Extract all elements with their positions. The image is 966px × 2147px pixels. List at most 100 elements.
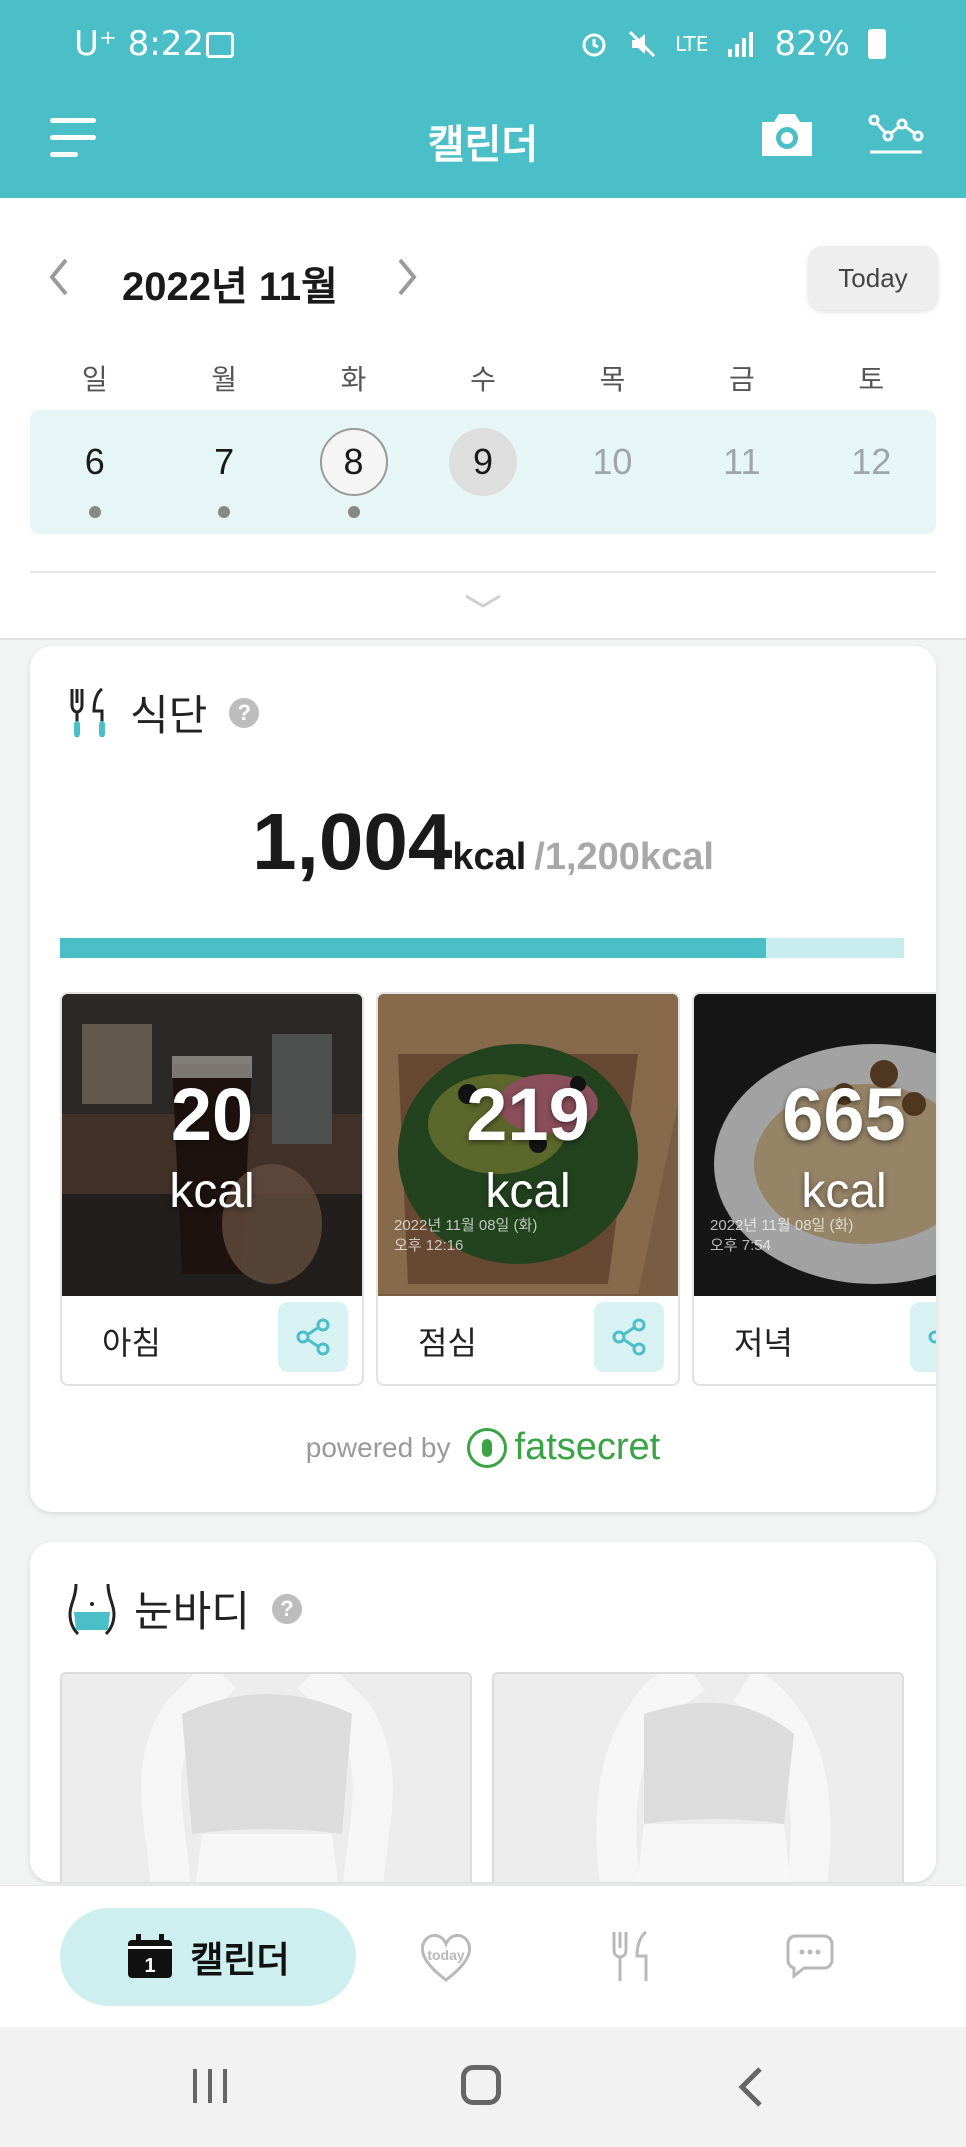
nav-tab-diet[interactable] <box>600 1926 660 1986</box>
day-number: 8 <box>319 428 388 496</box>
calendar-day[interactable]: 6 <box>30 410 159 534</box>
nav-tab-calendar[interactable]: 1 캘린더 <box>60 1908 356 2006</box>
calendar-day[interactable]: 11 <box>677 410 806 534</box>
battery-percent: 82% <box>774 24 850 64</box>
day-number: 9 <box>448 428 517 496</box>
page-title: 캘린더 <box>427 123 539 167</box>
top-bar: U⁺ 8:22 LTE 82% 캘린더 <box>0 0 966 198</box>
weekday-label: 일 <box>81 364 108 395</box>
next-month-icon[interactable] <box>386 252 426 302</box>
home-icon[interactable] <box>461 2065 501 2105</box>
nav-tab-calendar-label: 캘린더 <box>190 1939 290 1980</box>
share-icon <box>928 1330 936 1344</box>
body-photo-panels <box>60 1672 904 1882</box>
network-type: LTE <box>675 32 709 56</box>
share-button[interactable] <box>278 1302 348 1372</box>
fork-knife-nav-icon <box>612 1930 648 1981</box>
day-number: 11 <box>723 441 761 482</box>
weekday-label: 금 <box>728 364 755 395</box>
meal-card-lunch[interactable]: 219 kcal 2022년 11월 08일 (화) 오후 12:16 점심 <box>376 992 680 1386</box>
signal-icon <box>728 32 754 57</box>
battery-icon <box>868 29 886 59</box>
chat-bubble-icon <box>786 1934 834 1980</box>
nav-tab-today[interactable]: today <box>416 1926 476 1986</box>
diet-title: 식단 <box>130 692 208 739</box>
meal-card-dinner[interactable]: 665 kcal 2022년 11월 08일 (화) 오후 7:54 저녁 <box>692 992 936 1386</box>
front-body-placeholder[interactable] <box>60 1672 472 1882</box>
calendar-header: 2022년 11월 Today <box>0 240 966 320</box>
divider <box>30 571 936 573</box>
diet-title-row: 식단 ? <box>68 682 260 743</box>
body-title: 눈바디 <box>134 1588 250 1635</box>
back-icon[interactable] <box>736 2065 766 2109</box>
meal-name: 점심 <box>418 1325 477 1361</box>
side-body-placeholder[interactable] <box>492 1672 904 1882</box>
keyhole-icon <box>466 1427 507 1468</box>
meal-kcal-unit: kcal <box>801 1165 887 1218</box>
alarm-icon <box>582 33 606 57</box>
today-icon-text: today <box>427 1947 465 1963</box>
kcal-unit: kcal <box>452 836 527 878</box>
fork-knife-icon <box>70 687 105 737</box>
nav-tab-community[interactable] <box>784 1926 844 1986</box>
body-title-row: 눈바디 ? <box>68 1578 302 1639</box>
calendar-day-today[interactable]: 9 <box>418 410 547 534</box>
calendar-day[interactable]: 7 <box>159 410 288 534</box>
diet-card: 식단 ? 1,004kcal/1,200kcal 20 kcal 아침 219 … <box>30 646 936 1512</box>
heart-today-icon: today <box>420 1934 472 1982</box>
calendar-day-selected[interactable]: 8 <box>289 410 418 534</box>
system-navigation-bar <box>0 2027 966 2147</box>
calendar-day[interactable]: 10 <box>548 410 677 534</box>
kcal-goal: /1,200kcal <box>534 836 714 878</box>
mute-icon <box>629 30 656 58</box>
carrier-time: U⁺ 8:22 <box>74 24 204 64</box>
share-button[interactable] <box>594 1302 664 1372</box>
body-silhouette-side <box>596 1674 831 1882</box>
share-button[interactable] <box>910 1302 936 1372</box>
today-button[interactable]: Today <box>808 246 938 310</box>
day-number: 10 <box>592 441 633 482</box>
calendar-icon: 1 <box>128 1934 173 1978</box>
record-dot <box>88 506 101 518</box>
record-dot <box>347 506 360 518</box>
meal-kcal-value: 219 <box>466 1073 590 1156</box>
meal-name: 아침 <box>102 1325 161 1361</box>
meal-list[interactable]: 20 kcal 아침 219 kcal 2022년 11월 08일 (화) 오후 … <box>60 992 936 1388</box>
help-icon[interactable]: ? <box>271 1593 302 1624</box>
kcal-progress-bar <box>60 938 904 958</box>
graph-icon[interactable] <box>868 110 924 160</box>
share-icon <box>612 1318 646 1356</box>
weekday-label: 목 <box>599 364 626 395</box>
photo-timestamp: 2022년 11월 08일 (화) 오후 7:54 <box>710 1217 854 1254</box>
day-number: 6 <box>84 441 105 482</box>
powered-by-row: powered by fatsecret <box>30 1426 936 1469</box>
week-row: 6 7 8 9 10 11 12 <box>30 410 936 534</box>
fatsecret-logo[interactable]: fatsecret <box>466 1426 661 1469</box>
weekday-label: 화 <box>340 364 367 395</box>
chevron-down-icon[interactable] <box>462 590 504 612</box>
meal-kcal-value: 20 <box>170 1073 254 1156</box>
powered-by-label: powered by <box>305 1431 451 1463</box>
camera-icon[interactable] <box>758 110 816 160</box>
weekday-header: 일 월 화 수 목 금 토 <box>30 358 936 398</box>
bottom-navigation: 1 캘린더 today <box>0 1885 966 2027</box>
carrier-label: U⁺ <box>74 24 117 64</box>
recent-apps-icon[interactable] <box>190 2067 230 2105</box>
meal-kcal-unit: kcal <box>169 1165 255 1218</box>
meal-card-breakfast[interactable]: 20 kcal 아침 <box>60 992 364 1386</box>
weekday-label: 월 <box>211 364 238 395</box>
prev-month-icon[interactable] <box>40 252 80 302</box>
body-silhouette-front <box>141 1674 393 1882</box>
clock-label: 8:22 <box>127 24 205 64</box>
status-right: LTE 82% <box>579 24 886 64</box>
weekday-label: 수 <box>470 364 496 395</box>
status-bar: U⁺ 8:22 LTE 82% <box>0 0 966 88</box>
meal-kcal-value: 665 <box>782 1073 906 1156</box>
brand-label: fatsecret <box>514 1426 661 1468</box>
app-bar: 캘린더 <box>0 88 966 198</box>
calendar-day[interactable]: 12 <box>807 410 936 534</box>
total-kcal: 1,004 <box>252 797 453 886</box>
photo-timestamp: 2022년 11월 08일 (화) 오후 12:16 <box>394 1217 538 1254</box>
share-icon <box>296 1318 330 1356</box>
help-icon[interactable]: ? <box>229 697 260 728</box>
